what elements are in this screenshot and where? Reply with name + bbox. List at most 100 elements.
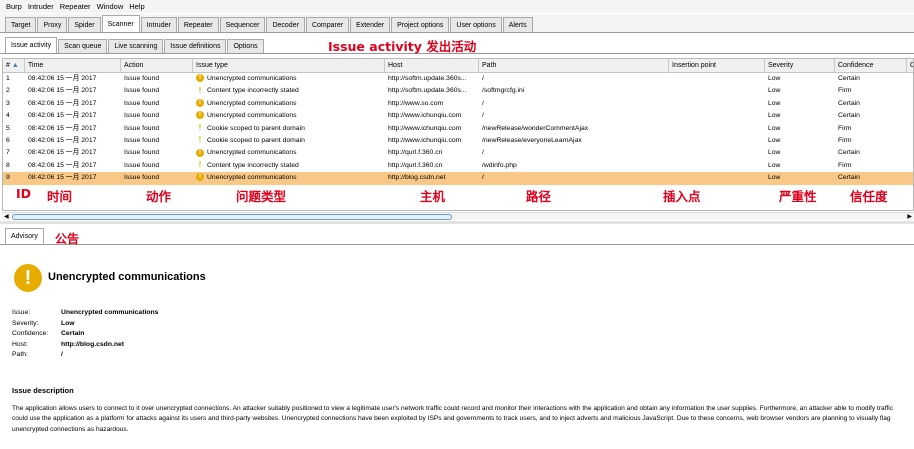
cell-severity: Low bbox=[768, 161, 781, 169]
cell-num: 5 bbox=[6, 124, 10, 132]
table-row[interactable]: 7 08:42:06 15 一月 2017 Issue found ! Unencryp… bbox=[3, 147, 913, 159]
tab-project-options[interactable]: Project options bbox=[391, 17, 450, 32]
table-row[interactable]: 5 08:42:06 15 一月 2017 Issue found ! Cookie s… bbox=[3, 123, 913, 135]
cell-insertion bbox=[669, 73, 765, 85]
detail-host: Host: http://blog.csdn.net bbox=[12, 340, 125, 348]
cell-insertion bbox=[669, 110, 765, 122]
cell-num: 9 bbox=[6, 174, 10, 182]
tab-decoder[interactable]: Decoder bbox=[266, 17, 305, 32]
cell-insertion bbox=[669, 147, 765, 159]
cell-confidence: Certain bbox=[838, 149, 860, 157]
cell-time: 08:42:06 15 一月 2017 bbox=[28, 99, 97, 107]
cell-severity: Low bbox=[768, 87, 781, 95]
tab-repeater[interactable]: Repeater bbox=[177, 17, 219, 32]
cell-confidence: Firm bbox=[838, 87, 852, 95]
table-horizontal-scrollbar[interactable]: ◀ ▶ bbox=[2, 212, 914, 220]
cell-action: Issue found bbox=[124, 87, 160, 95]
cell-num: 8 bbox=[6, 161, 10, 169]
warning-icon: ! bbox=[196, 148, 204, 157]
tab-scanner[interactable]: Scanner bbox=[101, 15, 140, 32]
cell-action: Issue found bbox=[124, 99, 160, 107]
col-header-action[interactable]: Action bbox=[121, 59, 193, 73]
cell-host: http://www.ichunqiu.com bbox=[388, 136, 462, 144]
tab-target[interactable]: Target bbox=[5, 17, 37, 32]
col-header-path[interactable]: Path bbox=[479, 59, 669, 73]
cell-time: 08:42:06 15 一月 2017 bbox=[28, 136, 97, 144]
scroll-right-icon[interactable]: ▶ bbox=[907, 213, 912, 221]
table-row[interactable]: 3 08:42:06 15 一月 2017 Issue found ! Unencryp… bbox=[3, 98, 913, 110]
split-pane-divider[interactable] bbox=[0, 221, 914, 224]
cell-time: 08:42:06 15 一月 2017 bbox=[28, 174, 97, 182]
tab-proxy[interactable]: Proxy bbox=[37, 17, 68, 32]
col-header-num[interactable]: # ▲ bbox=[3, 59, 25, 73]
col-header-extra[interactable]: C bbox=[907, 59, 913, 73]
menu-repeater[interactable]: Repeater bbox=[60, 2, 91, 11]
menu-help[interactable]: Help bbox=[129, 2, 144, 11]
tab-live-scanning[interactable]: Live scanning bbox=[108, 39, 164, 53]
cell-action: Issue found bbox=[124, 112, 160, 120]
menu-burp[interactable]: Burp bbox=[6, 2, 22, 11]
cell-action: Issue found bbox=[124, 161, 160, 169]
cell-confidence: Certain bbox=[838, 75, 860, 82]
tab-spider[interactable]: Spider bbox=[68, 17, 101, 32]
advisory-details: Issue: Unencrypted communications Severit… bbox=[12, 308, 158, 361]
cell-confidence: Certain bbox=[838, 174, 860, 182]
cell-insertion bbox=[669, 160, 765, 172]
col-header-time[interactable]: Time bbox=[25, 59, 121, 73]
cell-issue: ! Unencrypted communications bbox=[193, 147, 385, 159]
tab-issue-definitions[interactable]: Issue definitions bbox=[164, 39, 227, 53]
cell-path: /softmgrcfg.ini bbox=[482, 87, 525, 95]
table-header: # ▲ Time Action Issue type Host Path Ins… bbox=[3, 59, 913, 73]
tab-scan-queue[interactable]: Scan queue bbox=[58, 39, 108, 53]
warning-icon: ! bbox=[14, 264, 42, 292]
scroll-left-icon[interactable]: ◀ bbox=[4, 213, 9, 221]
cell-path: / bbox=[482, 99, 484, 107]
tab-options[interactable]: Options bbox=[227, 39, 264, 53]
table-row[interactable]: 2 08:42:06 15 一月 2017 Issue found ! Content … bbox=[3, 85, 913, 97]
tab-intruder[interactable]: Intruder bbox=[140, 17, 177, 32]
info-icon: ! bbox=[198, 122, 202, 132]
cell-num: 1 bbox=[6, 75, 10, 82]
table-body: 1 08:42:06 15 一月 2017 Issue found ! Unencryp… bbox=[3, 73, 913, 185]
col-header-issue-type[interactable]: Issue type bbox=[193, 59, 385, 73]
cell-host: http://www.so.com bbox=[388, 99, 444, 107]
tab-user-options[interactable]: User options bbox=[450, 17, 502, 32]
tab-comparer[interactable]: Comparer bbox=[305, 17, 350, 32]
col-header-severity[interactable]: Severity bbox=[765, 59, 835, 73]
menu-bar: Burp Intruder Repeater Window Help bbox=[0, 0, 914, 13]
table-row[interactable]: 8 08:42:06 15 一月 2017 Issue found ! Content … bbox=[3, 160, 913, 172]
cell-issue: ! Content type incorrectly stated bbox=[193, 85, 385, 97]
cell-time: 08:42:06 15 一月 2017 bbox=[28, 75, 97, 82]
warning-icon: ! bbox=[196, 173, 204, 182]
menu-window[interactable]: Window bbox=[97, 2, 124, 11]
cell-num: 3 bbox=[6, 99, 10, 107]
tab-alerts[interactable]: Alerts bbox=[502, 17, 533, 32]
table-row[interactable]: 9 08:42:06 15 一月 2017 Issue found ! Unencryp… bbox=[3, 172, 913, 185]
cell-action: Issue found bbox=[124, 149, 160, 157]
cell-path: / bbox=[482, 112, 484, 120]
table-row[interactable]: 1 08:42:06 15 一月 2017 Issue found ! Unencryp… bbox=[3, 73, 913, 85]
tab-sequencer[interactable]: Sequencer bbox=[219, 17, 266, 32]
cell-issue: ! Content type incorrectly stated bbox=[193, 160, 385, 172]
tab-advisory[interactable]: Advisory bbox=[5, 228, 44, 244]
scrollbar-thumb[interactable] bbox=[12, 214, 452, 220]
annotation-action: 动作 bbox=[146, 189, 172, 204]
tab-extender[interactable]: Extender bbox=[350, 17, 391, 32]
table-row[interactable]: 6 08:42:06 15 一月 2017 Issue found ! Cookie s… bbox=[3, 135, 913, 147]
cell-issue: ! Cookie scoped to parent domain bbox=[193, 135, 385, 147]
col-header-insertion-point[interactable]: Insertion point bbox=[669, 59, 765, 73]
cell-host: http://www.ichunqiu.com bbox=[388, 124, 462, 132]
issue-activity-table: # ▲ Time Action Issue type Host Path Ins… bbox=[2, 58, 914, 211]
cell-host: http://www.ichunqiu.com bbox=[388, 112, 462, 120]
table-row[interactable]: 4 08:42:06 15 一月 2017 Issue found ! Unencryp… bbox=[3, 110, 913, 122]
advisory-title: Unencrypted communications bbox=[48, 271, 206, 283]
menu-intruder[interactable]: Intruder bbox=[28, 2, 54, 11]
main-tab-bar: Target Proxy Spider Scanner Intruder Rep… bbox=[0, 14, 914, 33]
tab-issue-activity[interactable]: Issue activity bbox=[5, 37, 58, 53]
cell-action: Issue found bbox=[124, 136, 160, 144]
annotation-issue-activity: Issue activity 发出活动 bbox=[328, 39, 477, 54]
col-header-host[interactable]: Host bbox=[385, 59, 479, 73]
col-header-confidence[interactable]: Confidence bbox=[835, 59, 907, 73]
cell-time: 08:42:06 15 一月 2017 bbox=[28, 112, 97, 120]
warning-icon: ! bbox=[196, 111, 204, 120]
